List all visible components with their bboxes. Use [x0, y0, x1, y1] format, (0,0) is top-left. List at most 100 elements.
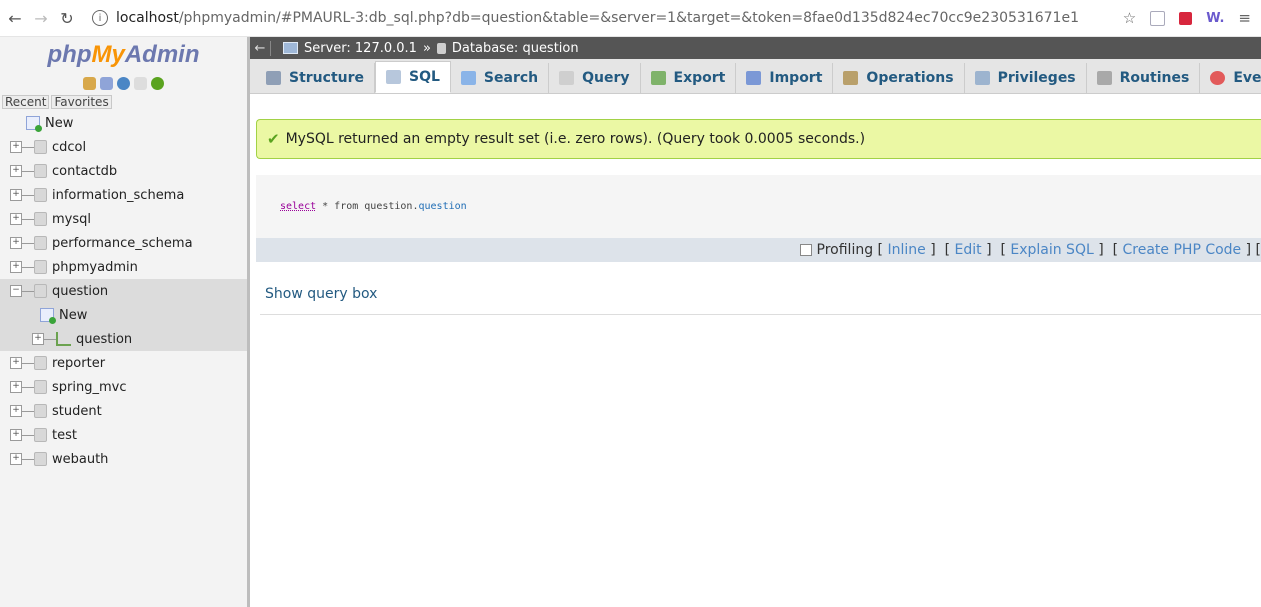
- tab-label: Events: [1233, 70, 1261, 86]
- database-icon: [34, 284, 47, 298]
- expand-icon[interactable]: +: [10, 237, 22, 249]
- tab-export[interactable]: Export: [641, 63, 737, 93]
- expand-icon[interactable]: +: [10, 357, 22, 369]
- tree-db-question[interactable]: − question: [0, 279, 247, 303]
- tab-label: Search: [483, 70, 539, 86]
- show-query-box-link[interactable]: Show query box: [265, 286, 377, 302]
- bookmark-star-icon[interactable]: ☆: [1123, 9, 1136, 27]
- tree-db-label: mysql: [52, 211, 91, 227]
- tab-label: Routines: [1119, 70, 1190, 86]
- tab-privileges[interactable]: Privileges: [965, 63, 1087, 93]
- menu-icon[interactable]: ≡: [1238, 9, 1251, 27]
- tree-db-label: question: [52, 283, 109, 299]
- forward-arrow-icon[interactable]: →: [30, 9, 52, 28]
- edit-link[interactable]: Edit: [955, 242, 982, 258]
- tab-operations[interactable]: Operations: [833, 63, 965, 93]
- sql-icon: [386, 70, 402, 84]
- expand-icon[interactable]: +: [10, 429, 22, 441]
- tree-new-label: New: [59, 307, 88, 323]
- create-php-code-link[interactable]: Create PHP Code: [1123, 242, 1242, 258]
- tree-db[interactable]: + mysql: [0, 207, 247, 231]
- search-icon: [460, 71, 476, 85]
- help-icon[interactable]: [117, 77, 130, 90]
- breadcrumb-server[interactable]: Server: 127.0.0.1: [304, 41, 417, 56]
- shield-extension-icon[interactable]: [1179, 11, 1193, 25]
- tab-sql[interactable]: SQL: [375, 61, 451, 93]
- phpmyadmin-logo[interactable]: phpMyAdmin: [0, 37, 247, 73]
- expanded-database: − question New + question: [0, 279, 247, 351]
- tree-table[interactable]: + question: [0, 327, 247, 351]
- profiling-checkbox[interactable]: [799, 244, 812, 256]
- expand-icon[interactable]: +: [10, 453, 22, 465]
- expand-icon[interactable]: +: [10, 261, 22, 273]
- expand-icon[interactable]: +: [32, 333, 44, 345]
- tree-db[interactable]: + phpmyadmin: [0, 255, 247, 279]
- profiling-label: Profiling: [816, 242, 874, 258]
- tab-label: Privileges: [997, 70, 1076, 86]
- database-icon: [34, 188, 47, 202]
- tab-query[interactable]: Query: [549, 63, 641, 93]
- wrench-icon: [843, 71, 859, 85]
- tree-db[interactable]: + information_schema: [0, 183, 247, 207]
- expand-icon[interactable]: +: [10, 213, 22, 225]
- tree-db[interactable]: + test: [0, 423, 247, 447]
- reload-icon[interactable]: ↻: [56, 9, 78, 28]
- expand-icon[interactable]: +: [10, 381, 22, 393]
- tree-db[interactable]: + performance_schema: [0, 231, 247, 255]
- address-bar[interactable]: i localhost/phpmyadmin/#PMAURL-3:db_sql.…: [92, 10, 1123, 26]
- inline-link[interactable]: Inline: [887, 242, 925, 258]
- w-extension-icon[interactable]: W.: [1206, 11, 1224, 26]
- home-icon[interactable]: [83, 77, 96, 90]
- database-icon: [34, 236, 47, 250]
- logout-icon[interactable]: [100, 77, 113, 90]
- top-menu-tabs: Structure SQL Search Query Export Import…: [250, 59, 1261, 94]
- database-icon: [34, 428, 47, 442]
- expand-icon[interactable]: +: [10, 165, 22, 177]
- tree-db-label: information_schema: [52, 187, 185, 203]
- server-icon: [283, 42, 298, 54]
- divider: [260, 314, 1261, 315]
- tab-routines[interactable]: Routines: [1087, 63, 1201, 93]
- favorites-tab[interactable]: Favorites: [51, 95, 112, 109]
- collapse-icon[interactable]: −: [10, 285, 22, 297]
- docs-icon[interactable]: [134, 77, 147, 90]
- breadcrumb-database[interactable]: Database: question: [452, 41, 579, 56]
- sql-text: * from question.: [316, 201, 419, 212]
- success-message-text: MySQL returned an empty result set (i.e.…: [285, 131, 866, 147]
- checkmark-icon: ✔: [267, 130, 280, 148]
- tab-search[interactable]: Search: [451, 63, 550, 93]
- breadcrumb-separator: »: [422, 40, 431, 56]
- sql-keyword[interactable]: select: [280, 201, 316, 212]
- clock-icon: [1210, 71, 1226, 85]
- tree-db[interactable]: + webauth: [0, 447, 247, 471]
- tree-db[interactable]: + student: [0, 399, 247, 423]
- logo-admin: Admin: [124, 41, 200, 68]
- database-icon: [34, 140, 47, 154]
- logo-php: php: [47, 41, 92, 68]
- import-icon: [746, 71, 762, 85]
- expand-icon[interactable]: +: [10, 141, 22, 153]
- tree-db[interactable]: + spring_mvc: [0, 375, 247, 399]
- recent-tab[interactable]: Recent: [2, 95, 50, 109]
- back-arrow-icon[interactable]: ←: [4, 9, 26, 28]
- tab-import[interactable]: Import: [736, 63, 834, 93]
- tree-db[interactable]: + contactdb: [0, 159, 247, 183]
- success-message: ✔ MySQL returned an empty result set (i.…: [256, 119, 1261, 159]
- explain-sql-link[interactable]: Explain SQL: [1010, 242, 1093, 258]
- expand-icon[interactable]: +: [10, 189, 22, 201]
- tree-db[interactable]: + reporter: [0, 351, 247, 375]
- extension-icon[interactable]: [1150, 10, 1166, 26]
- info-icon[interactable]: i: [92, 10, 108, 26]
- tab-label: Structure: [289, 70, 365, 86]
- tree-db[interactable]: + cdcol: [0, 135, 247, 159]
- collapse-nav-arrow-icon[interactable]: ←: [250, 40, 271, 56]
- expand-icon[interactable]: +: [10, 405, 22, 417]
- sql-identifier: question: [418, 201, 467, 212]
- tree-db-label: performance_schema: [52, 235, 193, 251]
- tab-events[interactable]: Events: [1200, 63, 1261, 93]
- tree-new[interactable]: New: [0, 111, 247, 135]
- reload-nav-icon[interactable]: [151, 77, 164, 90]
- tree-table-new[interactable]: New: [0, 303, 247, 327]
- tab-structure[interactable]: Structure: [256, 63, 376, 93]
- export-icon: [650, 71, 666, 85]
